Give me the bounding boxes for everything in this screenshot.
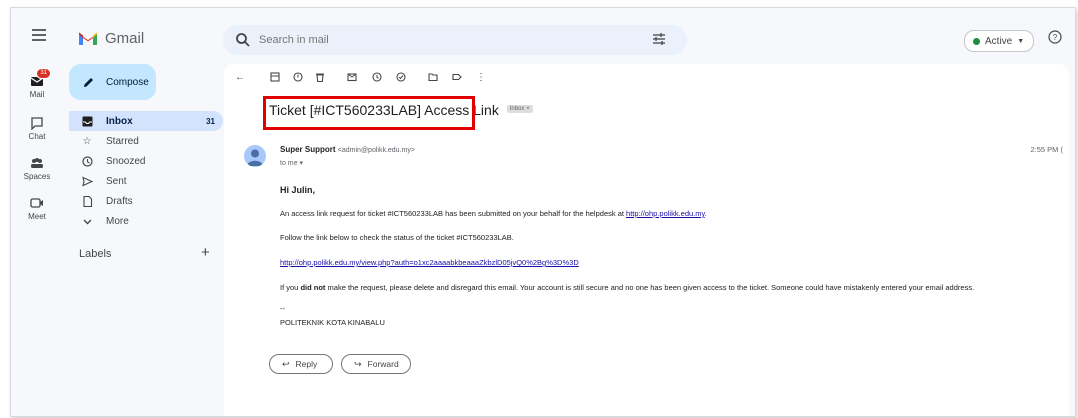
email-paragraph-4: If you did not make the request, please … xyxy=(280,283,974,292)
reply-label: Reply xyxy=(295,359,318,369)
archive-icon[interactable] xyxy=(269,71,281,83)
inbox-label-chip[interactable]: Inbox × xyxy=(506,105,533,114)
nav-item-more[interactable]: More xyxy=(69,211,223,231)
inbox-icon xyxy=(81,115,93,127)
paragraph-bold-text: did not xyxy=(300,283,326,292)
gmail-m-icon xyxy=(79,32,97,45)
search-input[interactable] xyxy=(259,31,589,49)
ticket-status-link[interactable]: http://ohp.polikk.edu.my/view.php?auth=o… xyxy=(280,258,579,267)
search-options-icon[interactable] xyxy=(652,32,666,46)
nav-item-drafts[interactable]: Drafts xyxy=(69,191,223,211)
reply-button[interactable]: ↩ Reply xyxy=(269,354,333,374)
rail-label: Mail xyxy=(29,90,45,99)
email-paragraph-2: Follow the link below to check the statu… xyxy=(280,233,514,242)
add-label-icon[interactable]: + xyxy=(201,245,210,260)
sender-email: <admin@polikk.edu.my> xyxy=(337,147,415,154)
help-icon[interactable]: ? xyxy=(1048,30,1062,44)
nav-label: Drafts xyxy=(106,195,133,207)
search-bar[interactable] xyxy=(223,25,687,55)
reading-pane: ← ⋮ Ticket [#ICT560233LAB] Access Link I… xyxy=(224,64,1069,416)
move-to-icon[interactable] xyxy=(427,71,439,83)
status-label: Active xyxy=(985,35,1013,47)
highlight-box xyxy=(263,96,475,130)
sender-info[interactable]: Super Support <admin@polikk.edu.my> xyxy=(280,145,415,154)
rail-item-chat[interactable]: Chat xyxy=(11,116,63,141)
rail-label: Spaces xyxy=(23,172,51,181)
nav-label: More xyxy=(106,215,129,227)
chat-icon xyxy=(29,116,45,131)
nav-item-starred[interactable]: ☆ Starred xyxy=(69,131,223,151)
compose-label: Compose xyxy=(106,76,149,88)
pencil-icon xyxy=(84,77,93,87)
unread-count: 31 xyxy=(206,116,215,126)
rail-label: Meet xyxy=(28,212,46,221)
add-task-icon[interactable] xyxy=(395,71,407,83)
message-toolbar: ← ⋮ xyxy=(224,64,1069,90)
paragraph-text: make the request, please delete and disr… xyxy=(325,283,975,292)
mark-unread-icon[interactable] xyxy=(346,71,358,83)
paragraph-end: . xyxy=(704,209,707,218)
rail-item-spaces[interactable]: Spaces xyxy=(11,156,63,181)
status-button[interactable]: Active ▼ xyxy=(964,30,1035,52)
paragraph-text: An access link request for ticket #ICT56… xyxy=(280,209,627,218)
sender-avatar[interactable] xyxy=(244,145,266,167)
chevron-down-icon xyxy=(81,215,93,227)
svg-text:?: ? xyxy=(1053,33,1058,42)
gmail-window: Gmail Active ▼ ? xyxy=(10,7,1076,417)
folder-nav: Inbox 31 ☆ Starred Snoozed Sent Drafts M… xyxy=(69,111,223,231)
signature-separator: -- xyxy=(280,304,285,313)
search-icon[interactable] xyxy=(235,32,251,48)
gmail-logo[interactable]: Gmail xyxy=(78,30,144,47)
person-icon xyxy=(247,149,263,166)
delete-icon[interactable] xyxy=(314,71,326,83)
forward-button[interactable]: ↪ Forward xyxy=(341,354,411,374)
labels-heading: Labels xyxy=(79,248,112,260)
spaces-icon xyxy=(29,156,45,170)
helpdesk-link[interactable]: http://ohp.polikk.edu.my xyxy=(626,209,705,218)
email-greeting: Hi Julin, xyxy=(280,185,316,195)
compose-button[interactable]: Compose xyxy=(69,64,156,100)
report-spam-icon[interactable] xyxy=(292,71,304,83)
message-time: 2:55 PM ( xyxy=(1030,145,1063,154)
forward-label: Forward xyxy=(367,359,399,369)
paragraph-text: If you xyxy=(280,283,301,292)
nav-label: Sent xyxy=(106,175,127,187)
send-icon xyxy=(81,175,93,187)
meet-icon xyxy=(29,196,45,210)
clock-icon xyxy=(81,155,93,167)
back-arrow-icon[interactable]: ← xyxy=(234,71,246,83)
rail-label: Chat xyxy=(28,132,46,141)
star-icon: ☆ xyxy=(82,135,92,147)
reply-icon: ↩ xyxy=(282,358,290,369)
snooze-icon[interactable] xyxy=(371,71,383,83)
nav-label: Inbox xyxy=(106,115,133,127)
nav-label: Starred xyxy=(106,135,139,147)
sender-name: Super Support xyxy=(280,145,336,154)
status-dot-icon xyxy=(973,37,980,45)
app-rail: 31 Mail Chat Spaces Meet xyxy=(11,64,63,416)
forward-icon: ↪ xyxy=(354,358,362,369)
recipient-details[interactable]: to me ▾ xyxy=(280,159,303,167)
top-bar: Gmail Active ▼ ? xyxy=(11,8,1075,64)
nav-item-snoozed[interactable]: Snoozed xyxy=(69,151,223,171)
unread-badge: 31 xyxy=(36,68,51,79)
rail-item-meet[interactable]: Meet xyxy=(11,196,63,221)
mail-icon: 31 xyxy=(29,68,51,88)
main-menu-icon[interactable] xyxy=(32,29,46,41)
draft-icon xyxy=(81,195,93,207)
chevron-down-icon: ▼ xyxy=(1017,37,1025,45)
email-paragraph-3: http://ohp.polikk.edu.my/view.php?auth=o… xyxy=(280,258,579,267)
nav-label: Snoozed xyxy=(106,155,146,167)
label-icon[interactable] xyxy=(451,71,463,83)
nav-item-sent[interactable]: Sent xyxy=(69,171,223,191)
more-options-icon[interactable]: ⋮ xyxy=(475,71,487,83)
email-paragraph-1: An access link request for ticket #ICT56… xyxy=(280,209,707,218)
email-signature: POLITEKNIK KOTA KINABALU xyxy=(280,318,385,327)
nav-item-inbox[interactable]: Inbox 31 xyxy=(69,111,223,131)
app-name: Gmail xyxy=(105,30,145,47)
rail-item-mail[interactable]: 31 Mail xyxy=(11,68,63,99)
